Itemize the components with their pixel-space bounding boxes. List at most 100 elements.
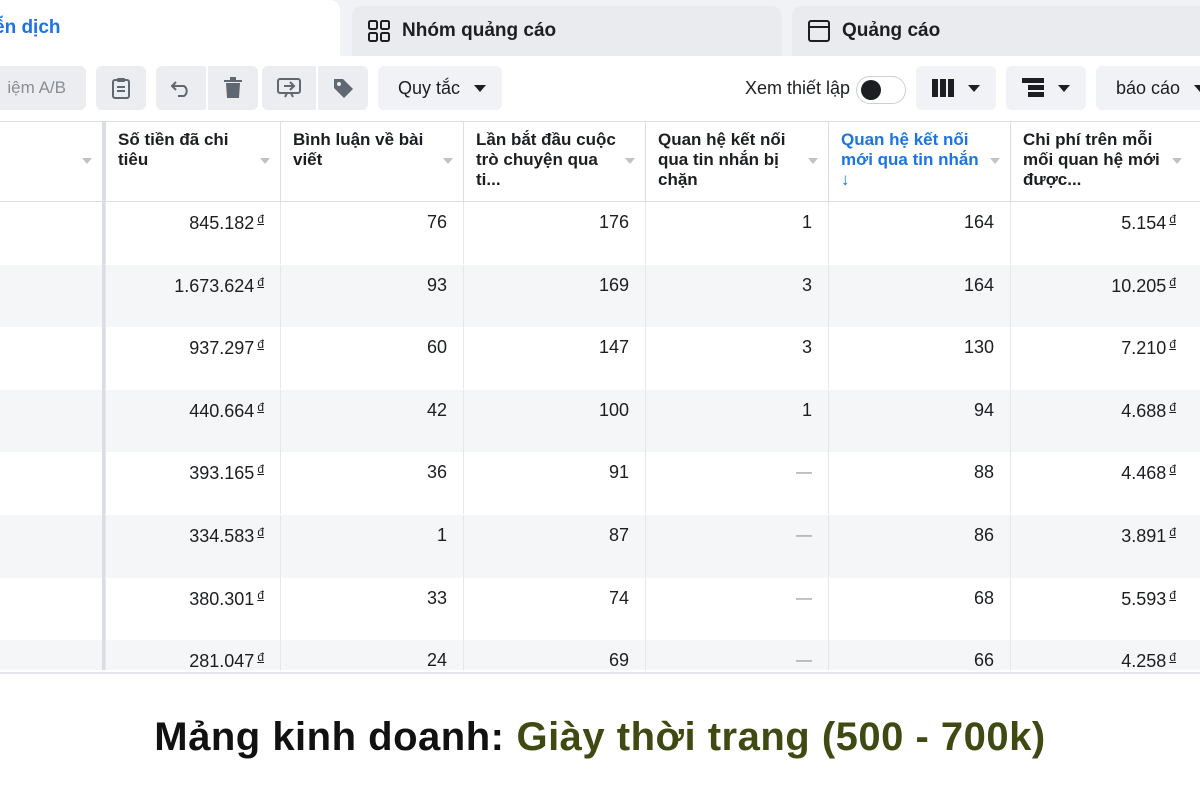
chevron-down-icon [1058, 84, 1070, 92]
table-cell-cost-per: 3.891 đ [1010, 515, 1192, 577]
table-cell-cost-per: 7.210 đ [1010, 327, 1192, 390]
tab-ads-label: Quảng cáo [842, 20, 941, 41]
currency-symbol: đ [1169, 212, 1176, 226]
currency-symbol: đ [257, 462, 264, 477]
chevron-down-icon [968, 84, 980, 92]
cell-value: — [796, 464, 812, 482]
cell-value: 3 [801, 274, 812, 295]
table-row[interactable]: 440.664 đ 42 100 1 94 4.688 đ [0, 389, 1200, 453]
table-row[interactable]: 393.165 đ 36 91—88 4.468 đ [0, 452, 1200, 515]
cell-value: 86 [973, 525, 994, 545]
table-cell-cost-per: 4.258 đ [1010, 640, 1192, 670]
column-header-spend[interactable]: Số tiền đã chi tiêu [105, 122, 280, 202]
table-cell-comments: 24 [280, 640, 463, 670]
table-row[interactable]: 334.583 đ 1 87—86 3.891 đ [0, 515, 1200, 578]
duplicate-button[interactable] [96, 66, 146, 110]
column-header-name[interactable] [0, 122, 102, 202]
cell-value: 7.210 [1121, 338, 1167, 359]
table-cell-name[interactable] [0, 640, 102, 670]
table-row[interactable]: 937.297 đ 60 147 3 130 7.210 đ [0, 327, 1200, 390]
table-cell-blocked: 1 [645, 389, 828, 452]
column-header-conversations[interactable]: Lần bắt đầu cuộc trò chuyện qua ti... [463, 122, 645, 202]
cell-value: 4.468 [1121, 463, 1167, 484]
table-cell-spend: 440.664 đ [105, 389, 280, 452]
table-cell-name[interactable] [0, 327, 102, 389]
cell-value: 68 [973, 587, 994, 608]
reports-label: báo cáo [1116, 77, 1181, 98]
cell-value: 33 [426, 587, 447, 608]
currency-symbol: đ [257, 587, 264, 602]
cell-value: 87 [608, 525, 629, 545]
caption-banner: Mảng kinh doanh: Giày thời trang (500 - … [0, 672, 1200, 800]
view-setting-toggle[interactable] [856, 76, 906, 104]
cell-value: 130 [963, 337, 994, 358]
columns-dropdown[interactable] [916, 66, 996, 110]
cell-value: 5.593 [1121, 588, 1167, 609]
reports-dropdown[interactable]: báo cáo [1096, 66, 1200, 110]
cell-value: 88 [973, 462, 994, 483]
table-cell-comments: 33 [280, 577, 463, 640]
table-cell-spend: 845.182 đ [105, 202, 280, 264]
table-cell-cost-per: 5.154 đ [1010, 202, 1192, 264]
column-header-blocked[interactable]: Quan hệ kết nối qua tin nhắn bị chặn [645, 122, 828, 202]
table-cell-name[interactable] [0, 265, 102, 327]
export-icon [277, 77, 301, 99]
undo-icon [170, 78, 192, 98]
table-cell-spend: 334.583 đ [105, 515, 280, 577]
table-cell-new-connections: 68 [828, 577, 1010, 640]
ab-test-button[interactable]: iệm A/B [0, 66, 86, 110]
cell-value: 380.301 [189, 588, 255, 609]
tab-ads[interactable]: Quảng cáo [792, 6, 1200, 56]
table-cell-new-connections: 88 [828, 452, 1010, 515]
rules-dropdown[interactable]: Quy tắc [378, 66, 502, 110]
column-header-comments[interactable]: Bình luận về bài viết [280, 122, 463, 202]
table-cell-blocked: 3 [645, 327, 828, 390]
table-cell-name[interactable] [0, 452, 102, 514]
table-cell-name[interactable] [0, 578, 102, 640]
tab-bar: ễn dịch Nhóm quảng cáo Quảng cáo [0, 0, 1200, 56]
currency-symbol: đ [1169, 274, 1176, 289]
table-cell-blocked: 1 [645, 202, 828, 264]
breakdown-dropdown[interactable] [1006, 66, 1086, 110]
table-cell-cost-per: 4.468 đ [1010, 452, 1192, 515]
column-header-new-connections[interactable]: Quan hệ kết nối mới qua tin nhắn ↓ [828, 122, 1010, 202]
undo-button[interactable] [156, 66, 206, 110]
cell-value: 100 [598, 399, 629, 420]
table-cell-name[interactable] [0, 202, 102, 264]
cell-value: 4.258 [1121, 651, 1167, 670]
table-row[interactable]: 1.673.624 đ 93 169 3 164 10.205 đ [0, 264, 1200, 328]
frozen-column-divider[interactable] [102, 122, 105, 670]
table-cell-cost-per: 4.688 đ [1010, 389, 1192, 452]
cell-value: 36 [426, 462, 447, 483]
delete-button[interactable] [208, 66, 258, 110]
tab-ad-sets[interactable]: Nhóm quảng cáo [352, 6, 782, 56]
cell-value: 334.583 [189, 526, 255, 546]
cell-value: 937.297 [189, 338, 255, 359]
table-cell-conversations: 74 [463, 577, 645, 640]
table-row[interactable]: 281.047 đ 24 69—66 4.258 đ [0, 640, 1200, 670]
grid-icon [366, 18, 392, 44]
table-row[interactable]: 380.301 đ 33 74—68 5.593 đ [0, 577, 1200, 641]
tag-button[interactable] [318, 66, 368, 110]
table-cell-name[interactable] [0, 390, 102, 452]
chevron-down-icon [474, 84, 487, 92]
cell-value: 440.664 [189, 400, 255, 421]
table-row[interactable]: 845.182 đ 76 176 1 164 5.154 đ [0, 202, 1200, 265]
cell-value: 3 [801, 337, 812, 358]
table-cell-conversations: 176 [463, 202, 645, 264]
cell-value: 1 [436, 525, 447, 545]
column-header-cost-per[interactable]: Chi phí trên mỗi mối quan hệ mới được... [1010, 122, 1192, 202]
ad-icon [806, 18, 832, 44]
tab-campaigns[interactable]: ễn dịch [0, 0, 340, 56]
tab-campaigns-label: ễn dịch [0, 17, 61, 38]
sort-caret-icon [443, 158, 453, 164]
export-button[interactable] [262, 66, 316, 110]
toolbar: iệm A/B Quy tắc Xem thiết lập báo cáo [0, 56, 1200, 122]
cell-value: 10.205 [1111, 275, 1167, 296]
table-cell-blocked: — [645, 452, 828, 515]
cell-value: 164 [963, 274, 994, 295]
cell-value: 60 [426, 337, 447, 358]
table-cell-new-connections: 130 [828, 327, 1010, 390]
table-cell-cost-per: 5.593 đ [1010, 577, 1192, 640]
table-cell-name[interactable] [0, 515, 102, 577]
